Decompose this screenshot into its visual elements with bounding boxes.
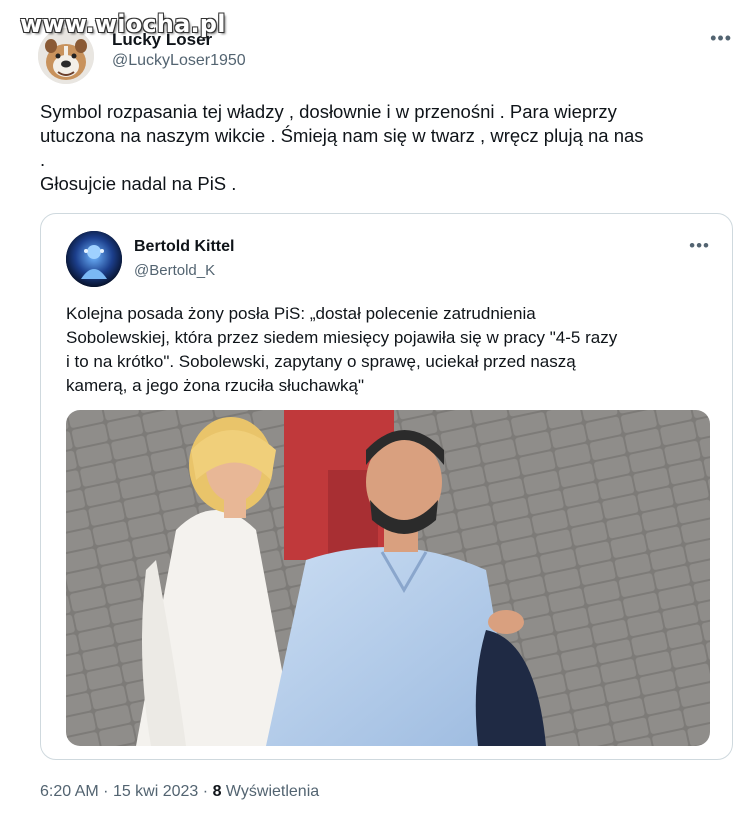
tweet-meta: 6:20 AM · 15 kwi 2023 · 8 Wyświetlenia (40, 783, 319, 801)
tweet-line: utuczona na naszym wikcie . Śmieją nam s… (40, 125, 644, 146)
quoted-tweet-text: Kolejna posada żony posła PiS: „dostał p… (66, 302, 716, 398)
quoted-line: Kolejna posada żony posła PiS: „dostał p… (66, 304, 536, 323)
views-label: Wyświetlenia (225, 783, 320, 800)
author-handle[interactable]: @LuckyLoser1950 (112, 52, 246, 70)
quoted-tweet-card[interactable]: Bertold Kittel @Bertold_K ••• Kolejna po… (40, 213, 733, 760)
tweet-line: . (40, 149, 46, 170)
quoted-line: i to na krótko". Sobolewski, zapytany o … (66, 352, 576, 371)
tweet-time[interactable]: 6:20 AM (40, 783, 99, 800)
quoted-author-handle[interactable]: @Bertold_K (134, 262, 215, 279)
quoted-line: Sobolewskiej, która przez siedem miesięc… (66, 328, 618, 347)
tweet-line: Głosujcie nadal na PiS . (40, 173, 237, 194)
tweet-date[interactable]: 15 kwi 2023 (113, 783, 198, 800)
photo-image (66, 410, 710, 746)
tweet-text: Symbol rozpasania tej władzy , dosłownie… (40, 100, 730, 196)
blue-figure-avatar-icon (66, 231, 122, 287)
tweet-line: Symbol rozpasania tej władzy , dosłownie… (40, 101, 617, 122)
quoted-line: kamerą, a jego żona rzuciła słuchawką" (66, 376, 365, 395)
site-watermark: www.wiocha.pl (20, 10, 226, 38)
quoted-more-options-icon[interactable]: ••• (689, 236, 710, 256)
views-count: 8 (212, 783, 222, 800)
meta-separator: · (202, 783, 209, 800)
more-options-icon[interactable]: ••• (710, 28, 732, 49)
quoted-author-name[interactable]: Bertold Kittel (134, 238, 234, 256)
quoted-tweet-photo[interactable] (66, 410, 710, 746)
quoted-author-avatar[interactable] (66, 231, 122, 287)
meta-separator: · (103, 783, 109, 800)
